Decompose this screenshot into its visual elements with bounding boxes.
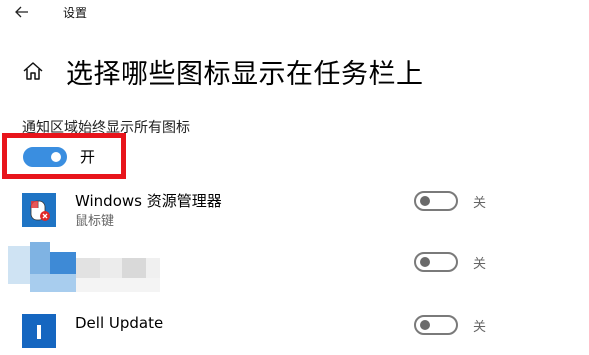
settings-page: 设置 选择哪些图标显示在任务栏上 通知区域始终显示所有图标 开 Windows … bbox=[0, 0, 589, 355]
back-arrow-icon bbox=[15, 6, 28, 18]
window-title: 设置 bbox=[63, 6, 88, 20]
toggle-knob bbox=[420, 320, 430, 330]
toggle-knob bbox=[51, 152, 61, 162]
list-item: Dell Update 关 bbox=[0, 306, 589, 355]
app-toggle[interactable] bbox=[414, 252, 458, 272]
toggle-state-label: 开 bbox=[80, 148, 96, 166]
home-button[interactable] bbox=[22, 60, 44, 82]
app-toggle[interactable] bbox=[414, 315, 458, 335]
toggle-state-label: 关 bbox=[473, 257, 487, 272]
app-toggle[interactable] bbox=[414, 191, 458, 211]
toggle-knob bbox=[420, 257, 430, 267]
toggle-knob bbox=[420, 196, 430, 206]
windows-explorer-mouse-icon bbox=[22, 193, 56, 227]
always-show-all-icons-toggle[interactable] bbox=[23, 147, 67, 167]
home-icon bbox=[23, 62, 43, 80]
list-item: 关 bbox=[0, 240, 589, 296]
list-item: Windows 资源管理器 鼠标键 关 bbox=[0, 186, 589, 242]
dell-update-icon bbox=[22, 314, 56, 348]
toggle-state-label: 关 bbox=[473, 320, 487, 335]
page-title: 选择哪些图标显示在任务栏上 bbox=[66, 59, 424, 90]
app-subtitle: 鼠标键 bbox=[75, 214, 115, 229]
back-button[interactable] bbox=[10, 2, 34, 22]
app-name: Dell Update bbox=[75, 314, 164, 332]
app-name: Windows 资源管理器 bbox=[75, 192, 222, 210]
toggle-state-label: 关 bbox=[473, 196, 487, 211]
